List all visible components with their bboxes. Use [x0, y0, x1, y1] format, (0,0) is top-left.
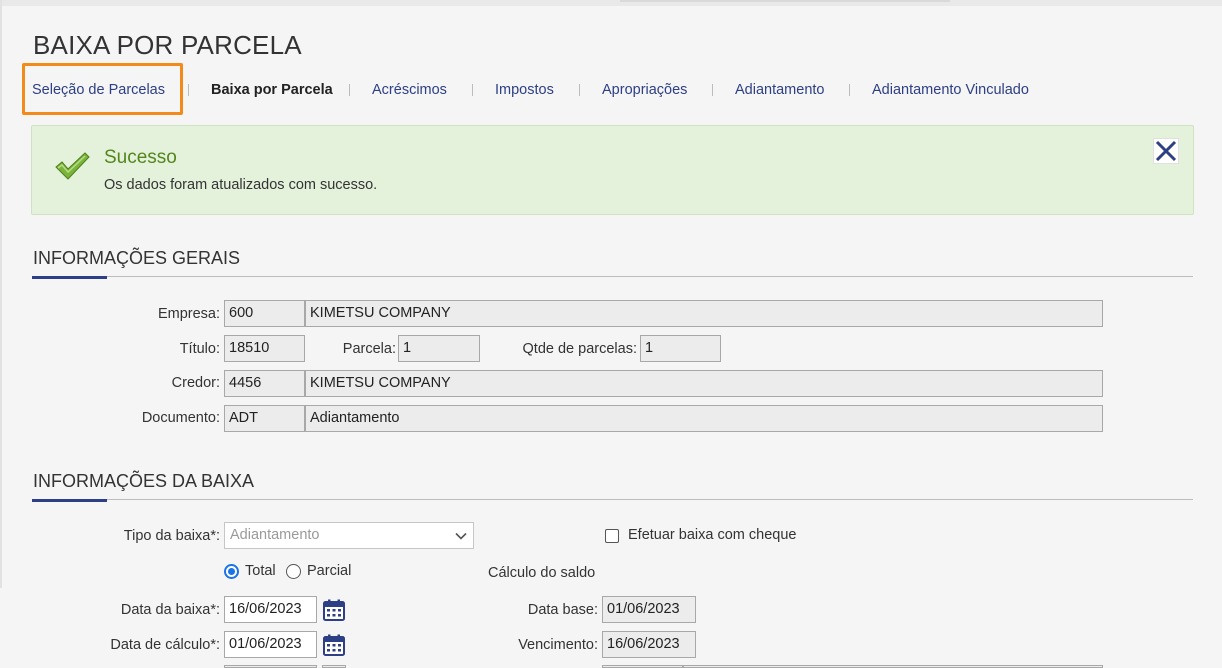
credor-label: Credor: [171, 375, 220, 391]
empresa-code-field: 600 [224, 300, 305, 327]
calendar-icon[interactable] [322, 598, 346, 622]
tab-bar: Seleção de Parcelas Baixa por Parcela Ac… [0, 77, 1222, 103]
documento-code-field: ADT [224, 405, 305, 432]
radio-parcial-label: Parcial [307, 563, 352, 579]
radio-total[interactable] [224, 564, 239, 579]
tab-apropriacoes[interactable]: Apropriações [602, 77, 687, 103]
calendar-icon[interactable] [322, 633, 346, 657]
tipo-baixa-value: Adiantamento [230, 527, 320, 543]
section-title-baixa: INFORMAÇÕES DA BAIXA [33, 471, 255, 491]
tab-separator [712, 84, 713, 96]
data-base-field: 01/06/2023 [602, 596, 696, 623]
section-accent [32, 276, 107, 279]
tab-separator [349, 84, 350, 96]
tipo-baixa-label: Tipo da baixa*: [123, 528, 220, 544]
credor-code-field: 4456 [224, 370, 305, 397]
tab-baixa-por-parcela[interactable]: Baixa por Parcela [211, 77, 333, 103]
close-icon[interactable] [1153, 138, 1179, 164]
documento-label: Documento: [141, 410, 220, 426]
data-baixa-input[interactable]: 16/06/2023 [224, 596, 317, 623]
success-alert: Sucesso Os dados foram atualizados com s… [31, 125, 1194, 215]
tab-acrescimos[interactable]: Acréscimos [372, 77, 447, 103]
tab-separator [579, 84, 580, 96]
tab-separator [188, 84, 189, 96]
vencimento-label: Vencimento: [518, 637, 598, 653]
section-title-gerais: INFORMAÇÕES GERAIS [33, 248, 241, 268]
tab-selecao-de-parcelas[interactable]: Seleção de Parcelas [32, 77, 165, 103]
titulo-label: Título: [179, 341, 220, 357]
data-base-label: Data base: [527, 602, 598, 618]
alert-title: Sucesso [104, 147, 177, 168]
vencimento-field: 16/06/2023 [602, 631, 696, 658]
radio-parcial[interactable] [286, 564, 301, 579]
page-title: BAIXA POR PARCELA [33, 30, 302, 60]
chevron-down-icon [455, 532, 467, 540]
tab-impostos[interactable]: Impostos [495, 77, 554, 103]
data-calculo-label: Data de cálculo*: [110, 637, 220, 653]
cheque-label: Efetuar baixa com cheque [628, 527, 797, 543]
check-icon [55, 152, 90, 180]
tab-separator [472, 84, 473, 96]
section-rule [32, 276, 1193, 277]
empresa-name-field: KIMETSU COMPANY [305, 300, 1103, 327]
data-baixa-label: Data da baixa*: [120, 602, 220, 618]
cheque-checkbox[interactable] [605, 529, 619, 543]
tab-adiantamento-vinculado[interactable]: Adiantamento Vinculado [872, 77, 1029, 103]
top-bar [0, 0, 1222, 6]
parcela-field: 1 [398, 335, 480, 362]
titulo-field: 18510 [224, 335, 305, 362]
tab-separator [849, 84, 850, 96]
empresa-label: Empresa: [157, 306, 220, 322]
documento-name-field: Adiantamento [305, 405, 1103, 432]
data-calculo-input[interactable]: 01/06/2023 [224, 631, 317, 658]
tab-adiantamento[interactable]: Adiantamento [735, 77, 824, 103]
qtde-parcelas-label: Qtde de parcelas: [522, 341, 637, 357]
tipo-baixa-select[interactable]: Adiantamento [224, 522, 474, 549]
section-accent [32, 499, 107, 502]
qtde-parcelas-field: 1 [640, 335, 721, 362]
credor-name-field: KIMETSU COMPANY [305, 370, 1103, 397]
top-bar-notch [620, 0, 950, 2]
radio-total-label: Total [245, 563, 276, 579]
calculo-saldo-label: Cálculo do saldo [488, 565, 596, 581]
alert-message: Os dados foram atualizados com sucesso. [104, 177, 378, 193]
parcela-label: Parcela: [342, 341, 396, 357]
section-rule [32, 499, 1193, 500]
